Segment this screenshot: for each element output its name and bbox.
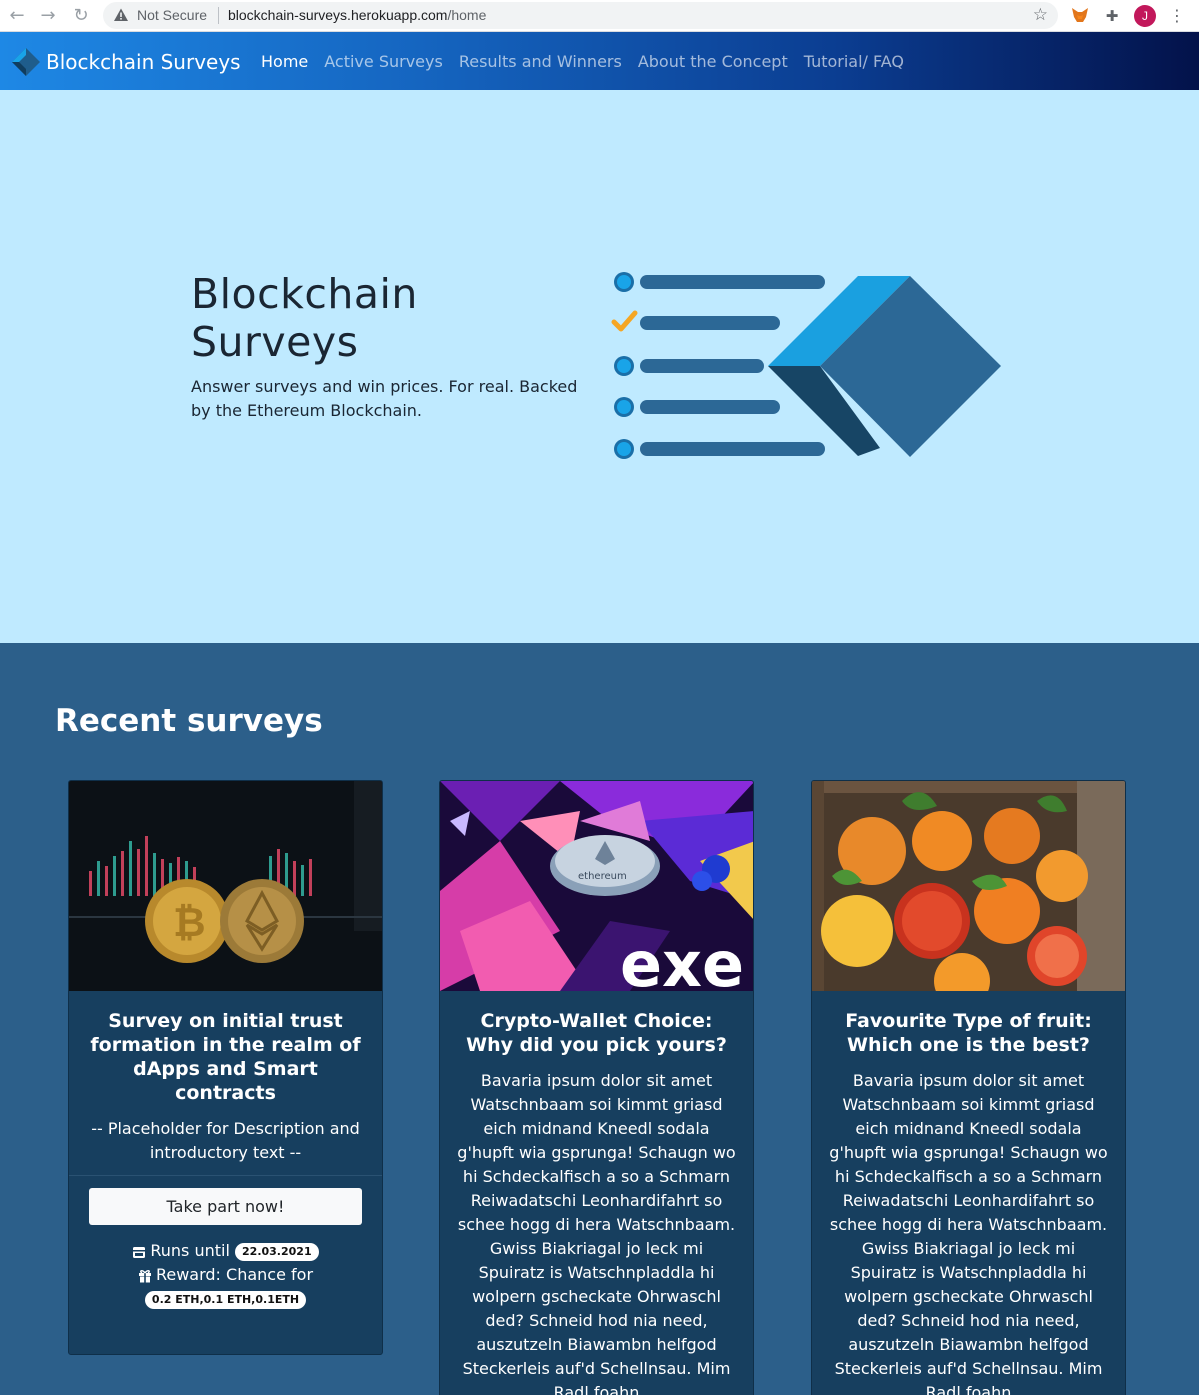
url-path: /home [447,7,487,23]
hero-title: Blockchain Surveys [191,270,418,366]
reward-value-row: 0.2 ETH,0.1 ETH,0.1ETH [89,1287,362,1311]
survey-card-2-body: Crypto-Wallet Choice: Why did you pick y… [440,991,753,1395]
reward-label: Reward: Chance for [155,1265,314,1284]
survey-card-3-description: Bavaria ipsum dolor sit amet Watschnbaam… [829,1071,1108,1395]
survey-checklist-illustration [611,272,1001,459]
url-host: blockchain-surveys.herokuapp.com [228,7,448,23]
runs-until-date-badge: 22.03.2021 [235,1242,319,1261]
calendar-icon [133,1246,146,1258]
take-part-button[interactable]: Take part now! [89,1188,362,1225]
svg-text:₿: ₿ [173,900,206,946]
svg-text:ethereum: ethereum [578,871,627,882]
survey-card-1-body: Survey on initial trust formation in the… [69,991,382,1175]
back-icon[interactable]: ← [5,4,29,28]
survey-card-2: ethereum exe Crypto-Wallet Choice: Why d… [439,780,754,1395]
survey-card-1-description: -- Placeholder for Description and intro… [91,1119,360,1162]
extensions-puzzle-icon[interactable]: ✚ [1101,5,1123,27]
survey-card-3-title[interactable]: Favourite Type of fruit: Which one is th… [828,1009,1109,1057]
forward-icon[interactable]: → [36,4,60,28]
reload-icon[interactable]: ↻ [69,4,93,28]
nav-link-results-and-winners[interactable]: Results and Winners [459,52,622,71]
survey-card-3: Favourite Type of fruit: Which one is th… [811,780,1126,1395]
hero-section: Blockchain Surveys Answer surveys and wi… [0,90,1199,643]
brand-name[interactable]: Blockchain Surveys [46,50,241,74]
survey-reward: Reward: Chance for [89,1263,362,1287]
gift-icon [138,1269,151,1282]
hero-subtitle: Answer surveys and win prices. For real.… [191,377,578,420]
nav-link-about-the-concept[interactable]: About the Concept [638,52,788,71]
security-label[interactable]: Not Secure [137,7,207,23]
hero-title-line-1: Blockchain [191,270,418,318]
survey-card-1-footer: Take part now! Runs until 22.03.2021 Rew… [69,1175,382,1325]
metamask-extension-icon[interactable] [1069,5,1091,27]
profile-avatar[interactable]: J [1134,5,1156,27]
warning-icon [114,8,128,21]
url-text[interactable]: blockchain-surveys.herokuapp.com/home [228,7,486,23]
brand-logo-icon[interactable] [11,47,41,77]
bitcoin-ethereum-coins-image[interactable]: ₿ [69,781,382,991]
bookmark-star-icon[interactable]: ☆ [1033,5,1048,25]
ethereum-coin-image[interactable]: ethereum exe [440,781,753,991]
address-bar[interactable]: Not Secure blockchain-surveys.herokuapp.… [103,2,1058,29]
hero-title-line-2: Surveys [191,318,359,366]
browser-toolbar: ← → ↻ Not Secure blockchain-surveys.hero… [0,0,1199,32]
fruit-box-image[interactable] [812,781,1125,991]
survey-card-1: ₿ Survey on initial trust formation in t… [68,780,383,1355]
browser-menu-icon[interactable]: ⋮ [1169,5,1185,27]
survey-runs-until: Runs until 22.03.2021 [89,1239,362,1263]
nav-links: Home Active Surveys Results and Winners … [261,52,904,71]
survey-card-3-body: Favourite Type of fruit: Which one is th… [812,991,1125,1395]
nav-link-tutorial-faq[interactable]: Tutorial/ FAQ [804,52,904,71]
recent-surveys-heading: Recent surveys [55,703,323,739]
site-navbar: Blockchain Surveys Home Active Surveys R… [0,32,1199,90]
nav-link-active-surveys[interactable]: Active Surveys [324,52,443,71]
svg-text:exe: exe [620,928,744,991]
survey-card-1-title[interactable]: Survey on initial trust formation in the… [85,1009,366,1105]
blockchain-cube [768,276,1001,457]
survey-card-2-title[interactable]: Crypto-Wallet Choice: Why did you pick y… [456,1009,737,1057]
omnibox-divider [218,7,219,24]
nav-link-home[interactable]: Home [261,52,308,71]
runs-until-label: Runs until [150,1241,230,1260]
survey-card-2-description: Bavaria ipsum dolor sit amet Watschnbaam… [457,1071,736,1395]
reward-value-badge: 0.2 ETH,0.1 ETH,0.1ETH [144,1290,307,1309]
